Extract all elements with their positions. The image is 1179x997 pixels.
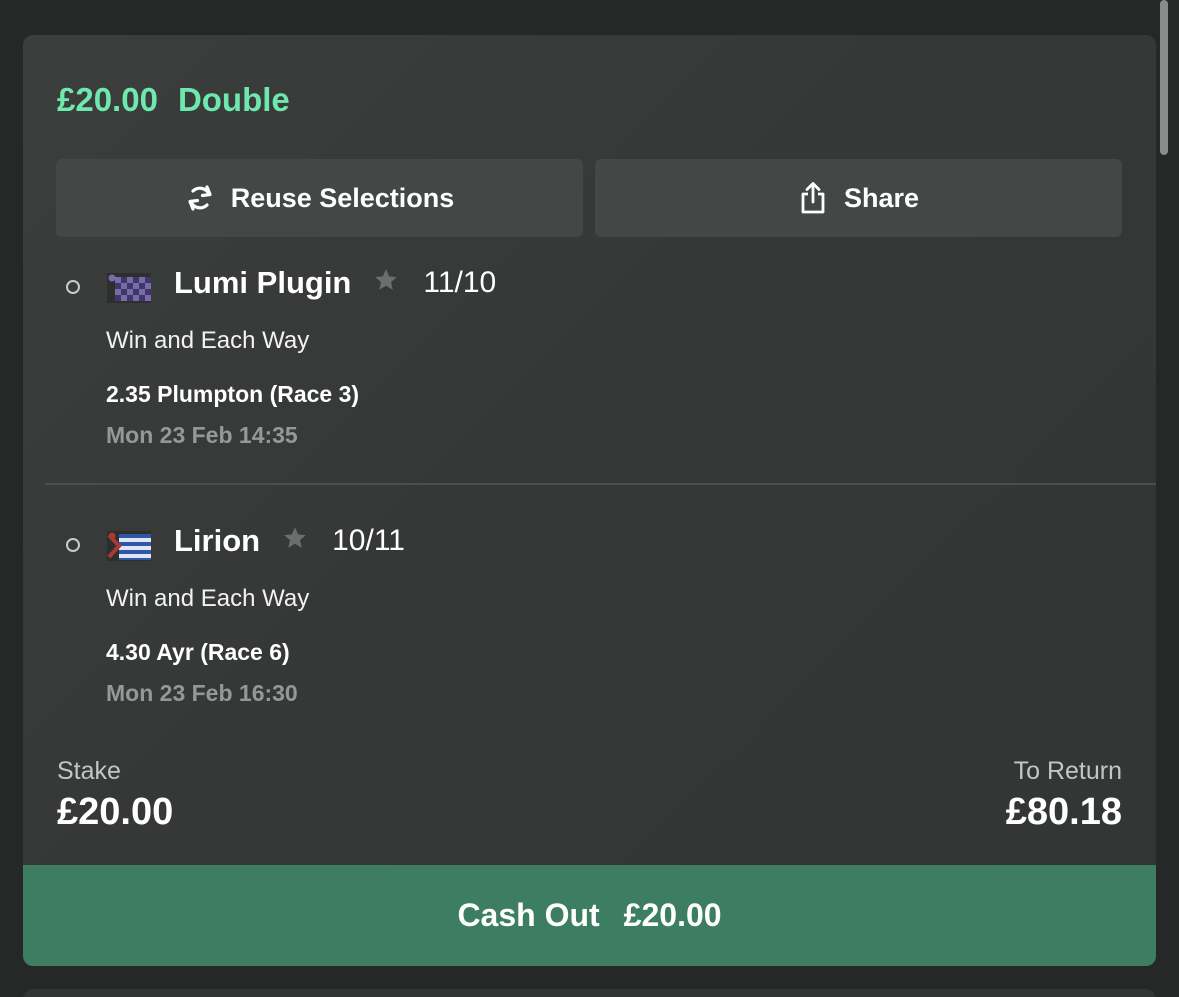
runner-row: Lumi Plugin 11/10 bbox=[174, 265, 496, 301]
jockey-silks-icon bbox=[107, 273, 151, 308]
selection-divider bbox=[45, 483, 1156, 485]
star-icon[interactable] bbox=[373, 265, 399, 301]
refresh-icon bbox=[185, 182, 215, 214]
cash-out-amount: £20.00 bbox=[623, 897, 722, 933]
bet-header: £20.00 Double bbox=[57, 81, 290, 119]
race-name: 4.30 Ayr (Race 6) bbox=[106, 639, 290, 665]
stake-value: £20.00 bbox=[57, 791, 174, 833]
bet-stake-amount: £20.00 bbox=[57, 81, 158, 118]
runner-name: Lumi Plugin bbox=[174, 265, 352, 300]
reuse-selections-label: Reuse Selections bbox=[230, 182, 455, 213]
stake-label: Stake bbox=[57, 757, 121, 785]
race-datetime: Mon 23 Feb 14:35 bbox=[106, 422, 298, 448]
race-datetime: Mon 23 Feb 16:30 bbox=[106, 680, 298, 706]
share-button[interactable]: Share bbox=[595, 159, 1122, 237]
share-label: Share bbox=[843, 182, 920, 213]
to-return-label: To Return bbox=[1013, 757, 1122, 785]
page-scrollbar[interactable] bbox=[1160, 0, 1168, 155]
runner-odds: 11/10 bbox=[423, 266, 497, 299]
runner-row: Lirion 10/11 bbox=[174, 523, 405, 559]
next-bet-card bbox=[23, 989, 1156, 997]
cash-out-button[interactable]: Cash Out £20.00 bbox=[23, 865, 1156, 966]
market-name: Win and Each Way bbox=[106, 585, 310, 612]
market-name: Win and Each Way bbox=[106, 327, 310, 354]
bet-card: £20.00 Double Reuse Selections Share Lum… bbox=[23, 35, 1156, 966]
runner-odds: 10/11 bbox=[332, 524, 405, 557]
race-name: 2.35 Plumpton (Race 3) bbox=[106, 381, 360, 407]
star-icon[interactable] bbox=[282, 523, 308, 559]
share-icon bbox=[798, 181, 828, 215]
selection-status-indicator bbox=[66, 538, 80, 552]
bet-type: Double bbox=[177, 81, 290, 118]
jockey-silks-icon bbox=[107, 531, 151, 566]
cash-out-label: Cash Out bbox=[457, 897, 600, 933]
selection-status-indicator bbox=[66, 280, 80, 294]
reuse-selections-button[interactable]: Reuse Selections bbox=[56, 159, 583, 237]
to-return-value: £80.18 bbox=[1005, 791, 1122, 833]
runner-name: Lirion bbox=[174, 523, 261, 558]
